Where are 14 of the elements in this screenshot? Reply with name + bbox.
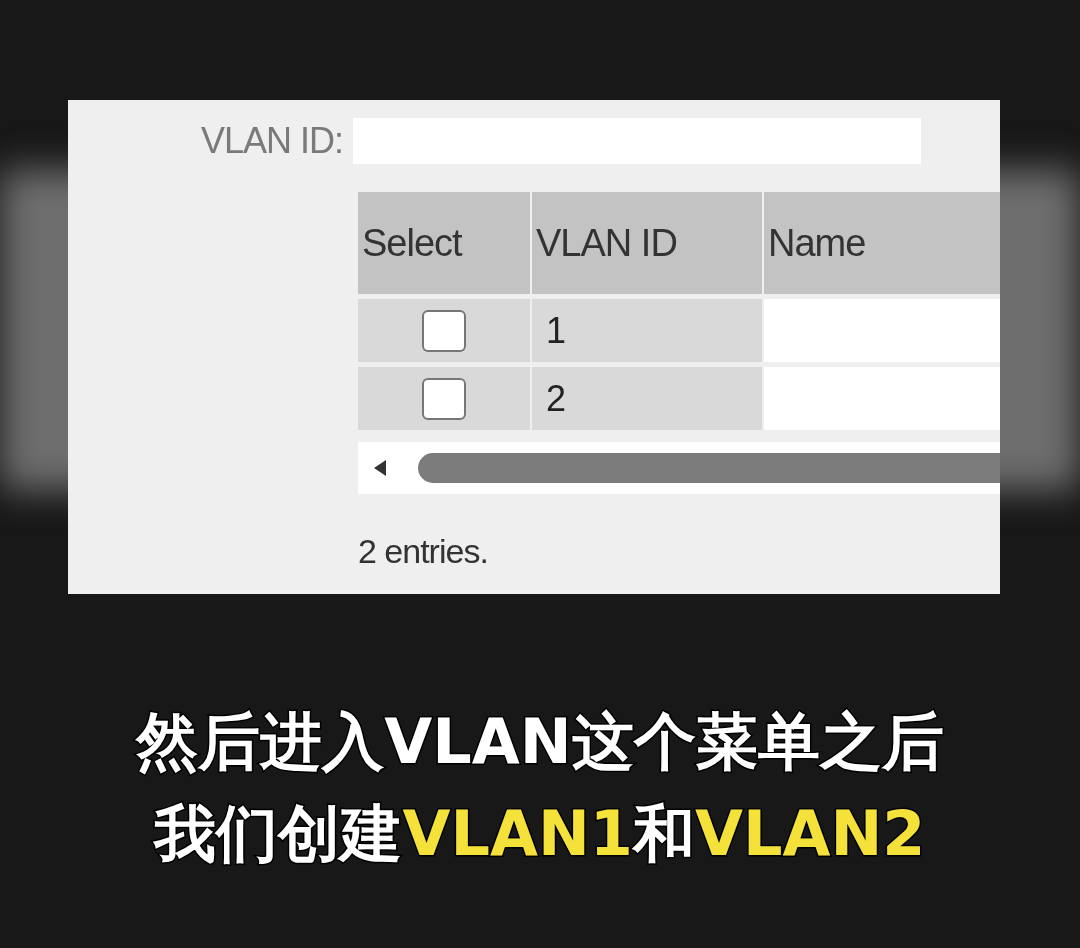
entries-count: 2 entries. [358,532,489,571]
column-header: Name [764,192,1000,294]
checkbox[interactable] [422,309,466,352]
scrollbar-thumb[interactable] [418,453,1000,483]
table-cell: 2 [532,367,762,430]
checkbox[interactable] [422,377,466,420]
horizontal-scrollbar[interactable] [358,442,1000,494]
subtitle-line: 然后进入VLAN这个菜单之后 [136,705,944,780]
subtitle-line: 我们创建VLAN1和VLAN2 [154,797,926,872]
scroll-left-icon[interactable] [372,459,388,477]
column-header: Select [358,192,530,294]
vlan-id-label: VLAN ID: [199,120,343,162]
column-header: VLAN ID [532,192,762,294]
table-cell: 1 [532,299,762,362]
